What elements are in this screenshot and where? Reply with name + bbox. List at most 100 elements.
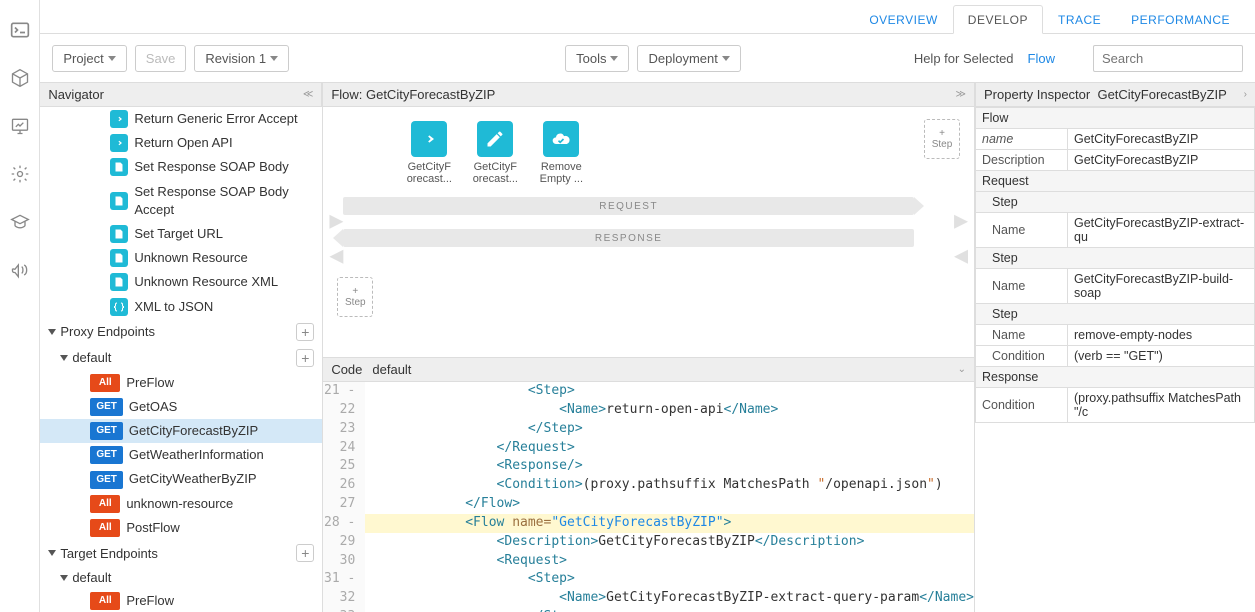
policy-label: Unknown Resource XML [134, 273, 278, 291]
policy-icon [477, 121, 513, 157]
add-button[interactable]: + [296, 323, 314, 341]
section-row[interactable]: default+ [40, 345, 322, 371]
code-line[interactable]: 29 <Description>GetCityForecastByZIP</De… [323, 533, 974, 552]
flow-canvas: +Step +Step GetCityForecast... GetCityFor… [323, 107, 974, 357]
inspector-expand-icon[interactable]: › [1244, 89, 1247, 100]
add-button[interactable]: + [296, 349, 314, 367]
tab-develop[interactable]: DEVELOP [953, 5, 1043, 34]
code-header: Code default ⌄ [323, 357, 974, 382]
code-line[interactable]: 24 </Request> [323, 439, 974, 458]
policy-icon [110, 298, 128, 316]
flow-item[interactable]: GETGetOAS [40, 395, 322, 419]
code-line[interactable]: 25 <Response/> [323, 457, 974, 476]
flow-collapse-icon[interactable]: ≫ [956, 89, 966, 100]
flow-item[interactable]: AllPostFlow [40, 516, 322, 540]
policy-icon [543, 121, 579, 157]
policy-label: RemoveEmpty ... [534, 161, 588, 185]
flow-label: unknown-resource [126, 495, 233, 513]
package-icon[interactable] [10, 68, 30, 88]
policy-item[interactable]: Set Target URL [40, 222, 322, 246]
chevron-down-icon [60, 355, 68, 361]
revision-menu[interactable]: Revision 1 [194, 45, 289, 72]
policy-icon [110, 158, 128, 176]
graduation-icon[interactable] [10, 212, 30, 232]
code-line[interactable]: 31 - <Step> [323, 570, 974, 589]
code-line[interactable]: 23 </Step> [323, 420, 974, 439]
property-row: nameGetCityForecastByZIP [976, 129, 1255, 150]
policy-label: Set Response SOAP Body Accept [134, 183, 314, 219]
property-row: Response [976, 367, 1255, 388]
policy-item[interactable]: Set Response SOAP Body [40, 155, 322, 179]
gear-icon[interactable] [10, 164, 30, 184]
code-line[interactable]: 22 <Name>return-open-api</Name> [323, 401, 974, 420]
search-input[interactable] [1093, 45, 1243, 72]
flow-item[interactable]: AllPreFlow [40, 371, 322, 395]
add-step-request[interactable]: +Step [924, 119, 960, 159]
code-line[interactable]: 21 - <Step> [323, 382, 974, 401]
request-bar: REQUEST [343, 197, 914, 215]
code-line[interactable]: 30 <Request> [323, 552, 974, 571]
tab-overview[interactable]: OVERVIEW [854, 5, 952, 34]
policy-item[interactable]: Unknown Resource [40, 246, 322, 270]
flow-label: PreFlow [126, 374, 174, 392]
project-menu[interactable]: Project [52, 45, 126, 72]
flow-header: Flow: GetCityForecastByZIP ≫ [323, 82, 974, 107]
code-line[interactable]: 28 - <Flow name="GetCityForecastByZIP"> [323, 514, 974, 533]
policy-icon [110, 273, 128, 291]
policy-icon [411, 121, 447, 157]
code-tab[interactable]: Code [331, 362, 362, 377]
deployment-menu[interactable]: Deployment [637, 45, 740, 72]
flow-policy[interactable]: GetCityForecast... [469, 121, 521, 185]
code-tab-default[interactable]: default [372, 362, 411, 377]
code-line[interactable]: 26 <Condition>(proxy.pathsuffix MatchesP… [323, 476, 974, 495]
code-collapse-icon[interactable]: ⌄ [958, 364, 966, 375]
flow-item[interactable]: AllPreFlow [40, 589, 322, 612]
property-row: NameGetCityForecastByZIP-build-soap [976, 269, 1255, 304]
save-button[interactable]: Save [135, 45, 187, 72]
flow-policy[interactable]: GetCityForecast... [403, 121, 455, 185]
property-row: Flow [976, 108, 1255, 129]
tools-menu[interactable]: Tools [565, 45, 629, 72]
inspector-header: Property Inspector GetCityForecastByZIP … [975, 82, 1255, 107]
code-line[interactable]: 33 </Step> [323, 608, 974, 612]
flow-policy[interactable]: RemoveEmpty ... [535, 121, 587, 185]
code-editor[interactable]: 21 - <Step>22 <Name>return-open-api</Nam… [323, 382, 974, 612]
code-line[interactable]: 32 <Name>GetCityForecastByZIP-extract-qu… [323, 589, 974, 608]
policy-item[interactable]: Unknown Resource XML [40, 270, 322, 294]
add-step-response[interactable]: +Step [337, 277, 373, 317]
method-badge: GET [90, 398, 123, 416]
flow-item[interactable]: GETGetCityForecastByZIP [40, 419, 322, 443]
help-label: Help for Selected [914, 51, 1014, 66]
policy-label: Unknown Resource [134, 249, 247, 267]
property-table: FlownameGetCityForecastByZIPDescriptionG… [975, 107, 1255, 423]
policy-item[interactable]: Set Response SOAP Body Accept [40, 180, 322, 222]
flow-item[interactable]: Allunknown-resource [40, 492, 322, 516]
megaphone-icon[interactable] [10, 260, 30, 280]
flow-item[interactable]: GETGetCityWeatherByZIP [40, 467, 322, 491]
toolbar: Project Save Revision 1 Tools Deployment… [40, 34, 1255, 82]
tab-performance[interactable]: PERFORMANCE [1116, 5, 1245, 34]
policy-icon [110, 249, 128, 267]
policy-icon [110, 134, 128, 152]
policy-item[interactable]: XML to JSON [40, 295, 322, 319]
policy-label: Set Response SOAP Body [134, 158, 288, 176]
property-row: Request [976, 171, 1255, 192]
analytics-icon[interactable] [10, 116, 30, 136]
section-row[interactable]: Proxy Endpoints+ [40, 319, 322, 345]
add-button[interactable]: + [296, 544, 314, 562]
property-row: DescriptionGetCityForecastByZIP [976, 150, 1255, 171]
code-line[interactable]: 27 </Flow> [323, 495, 974, 514]
collapse-icon[interactable]: ≪ [303, 89, 313, 100]
flow-label: GetWeatherInformation [129, 446, 264, 464]
flow-item[interactable]: GETGetWeatherInformation [40, 443, 322, 467]
response-bar: RESPONSE [343, 229, 914, 247]
tab-trace[interactable]: TRACE [1043, 5, 1116, 34]
method-badge: All [90, 519, 120, 537]
section-row[interactable]: default [40, 566, 322, 589]
policy-label: Set Target URL [134, 225, 223, 243]
terminal-icon[interactable] [10, 20, 30, 40]
policy-item[interactable]: Return Generic Error Accept [40, 107, 322, 131]
section-row[interactable]: Target Endpoints+ [40, 540, 322, 566]
help-link[interactable]: Flow [1028, 51, 1055, 66]
policy-item[interactable]: Return Open API [40, 131, 322, 155]
